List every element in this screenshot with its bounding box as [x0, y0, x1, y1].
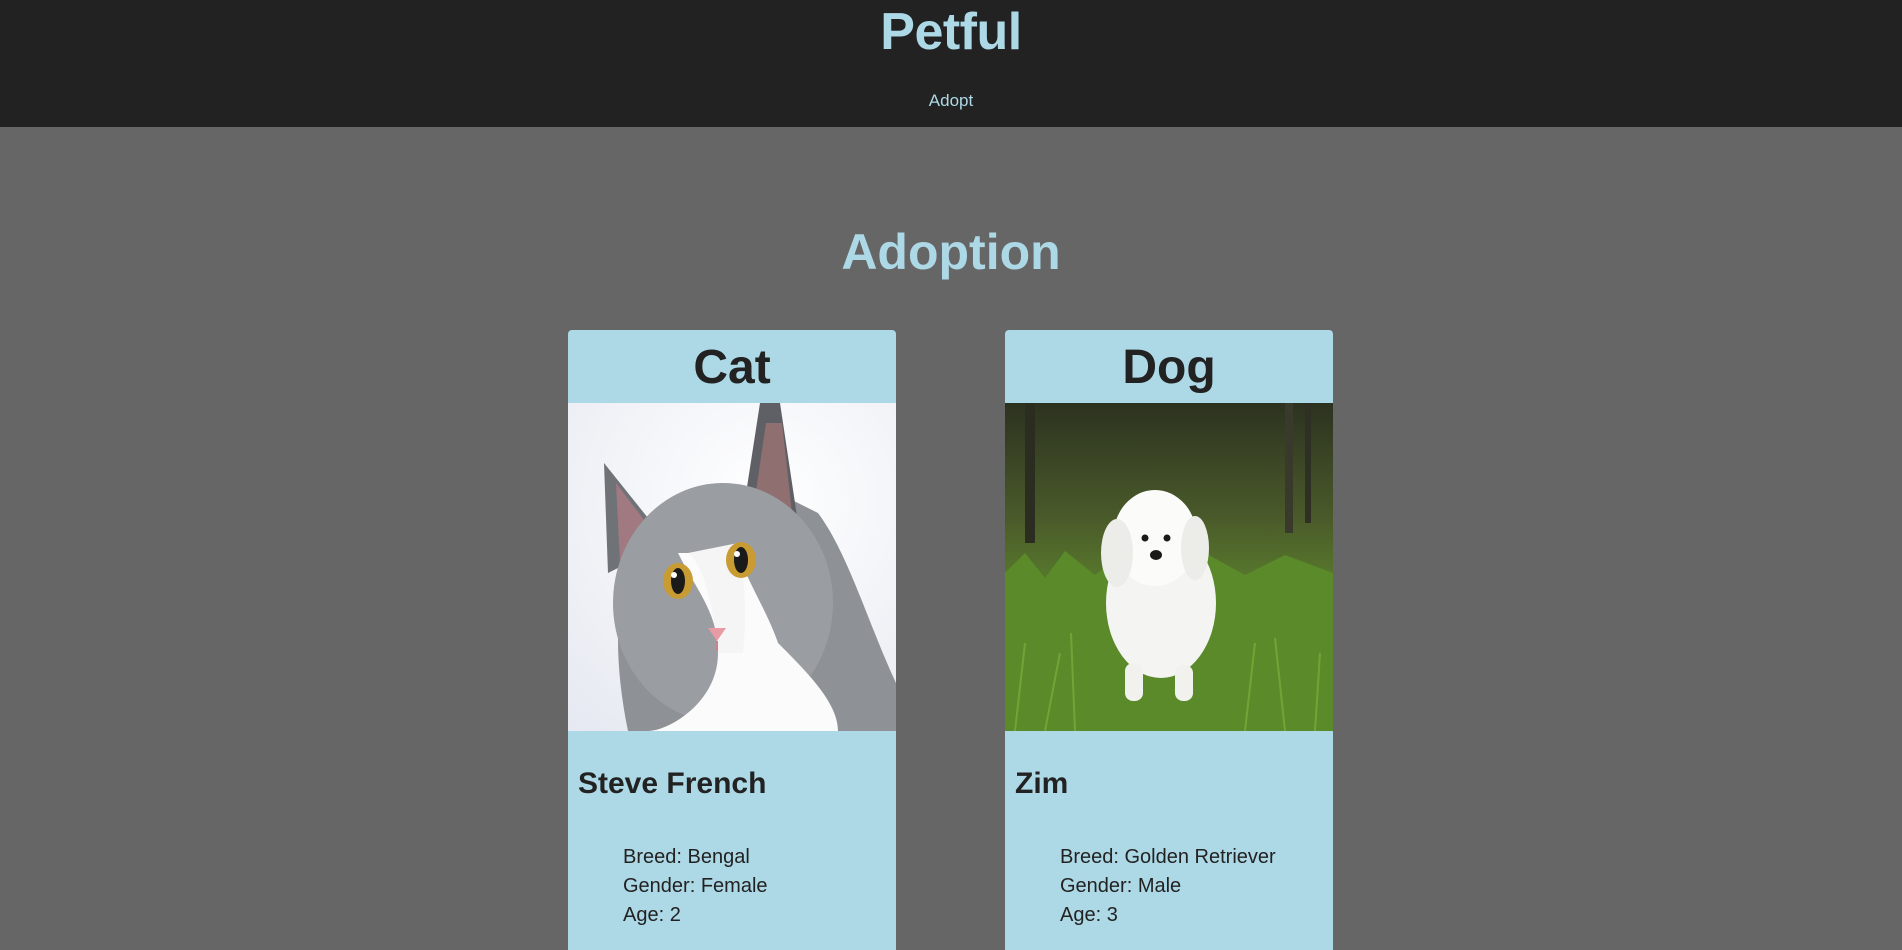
dog-breed: Breed: Golden Retriever [1060, 846, 1276, 868]
cat-details-list: Breed: Bengal Gender: Female Age: 2 [568, 843, 896, 930]
dog-photo [1005, 403, 1333, 731]
cat-gender: Gender: Female [623, 875, 768, 897]
dog-details-list: Breed: Golden Retriever Gender: Male Age… [1005, 843, 1333, 930]
top-navbar: Petful Adopt [0, 0, 1902, 127]
cat-photo [568, 403, 896, 731]
dog-gender: Gender: Male [1060, 875, 1182, 897]
nav-adopt-link[interactable]: Adopt [0, 90, 1902, 112]
cat-age: Age: 2 [623, 904, 681, 926]
brand-title[interactable]: Petful [0, 2, 1902, 62]
cat-card-title: Cat [693, 341, 771, 394]
dog-name: Zim [1015, 767, 1069, 800]
dog-card-title: Dog [1122, 341, 1216, 394]
cat-card: Cat Steve French Breed: Bengal Gender: F… [568, 330, 896, 950]
cat-breed: Breed: Bengal [623, 846, 750, 868]
page-title: Adoption [841, 224, 1061, 280]
cat-name: Steve French [578, 767, 767, 800]
dog-card: Dog Zim Breed: Golden Retriever Gender: … [1005, 330, 1333, 950]
dog-age: Age: 3 [1060, 904, 1118, 926]
